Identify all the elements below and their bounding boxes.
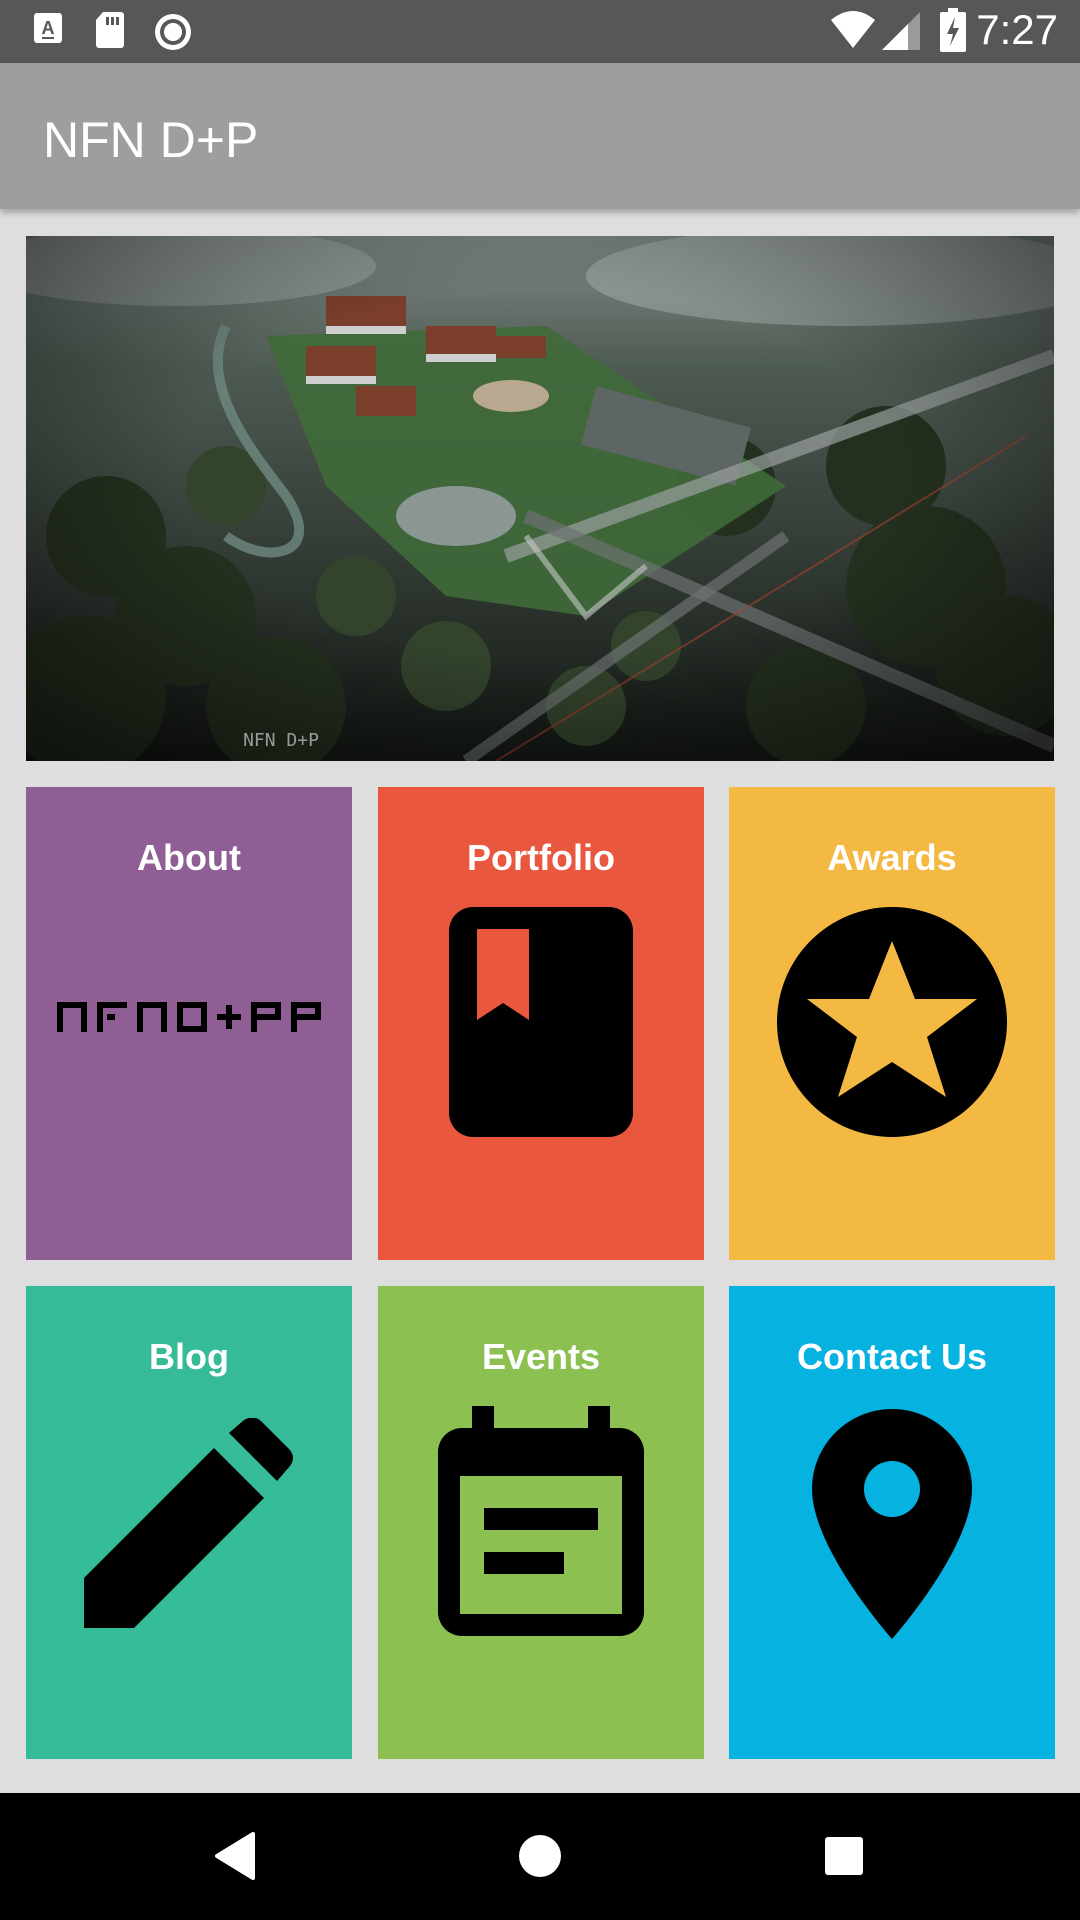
recents-icon[interactable] [809,1821,879,1891]
nfndp-logo [26,1002,352,1036]
navigation-bar [0,1793,1080,1920]
notification-a-icon: A [33,12,63,49]
svg-text:A: A [42,18,55,38]
app-bar: NFN D+P [0,63,1080,209]
location-pin-icon [729,1409,1055,1639]
app-title: NFN D+P [43,112,259,168]
tile-label: About [137,837,241,878]
status-time: 7:27 [976,6,1058,53]
tile-label: Contact Us [796,1336,988,1377]
tile-blog[interactable]: Blog [26,1286,352,1759]
pencil-icon [26,1418,352,1628]
hero-watermark: NFN D+P [243,730,319,751]
tile-label: Events [481,1336,601,1377]
book-bookmark-icon [378,907,704,1137]
tile-label: Blog [149,1336,229,1377]
tile-contact-us[interactable]: Contact Us [729,1286,1055,1759]
tile-portfolio[interactable]: Portfolio [378,787,704,1260]
wifi-icon [830,10,876,55]
record-icon [153,12,193,57]
back-icon[interactable] [200,1821,270,1891]
cell-signal-icon [882,12,922,55]
status-bar: A 7:27 [0,0,1080,63]
tile-label: Awards [827,837,957,878]
home-icon[interactable] [505,1821,575,1891]
calendar-event-icon [378,1406,704,1636]
tile-events[interactable]: Events [378,1286,704,1759]
sd-card-icon [95,12,125,53]
screen: A 7:27 NFN D+P NFN D+P About Portfolio A… [0,0,1080,1920]
tile-about[interactable]: About [26,787,352,1260]
hero-image: NFN D+P [26,236,1054,761]
tile-label: Portfolio [467,837,615,878]
battery-charging-icon [940,8,966,57]
star-circle-icon [729,907,1055,1137]
tile-awards[interactable]: Awards [729,787,1055,1260]
